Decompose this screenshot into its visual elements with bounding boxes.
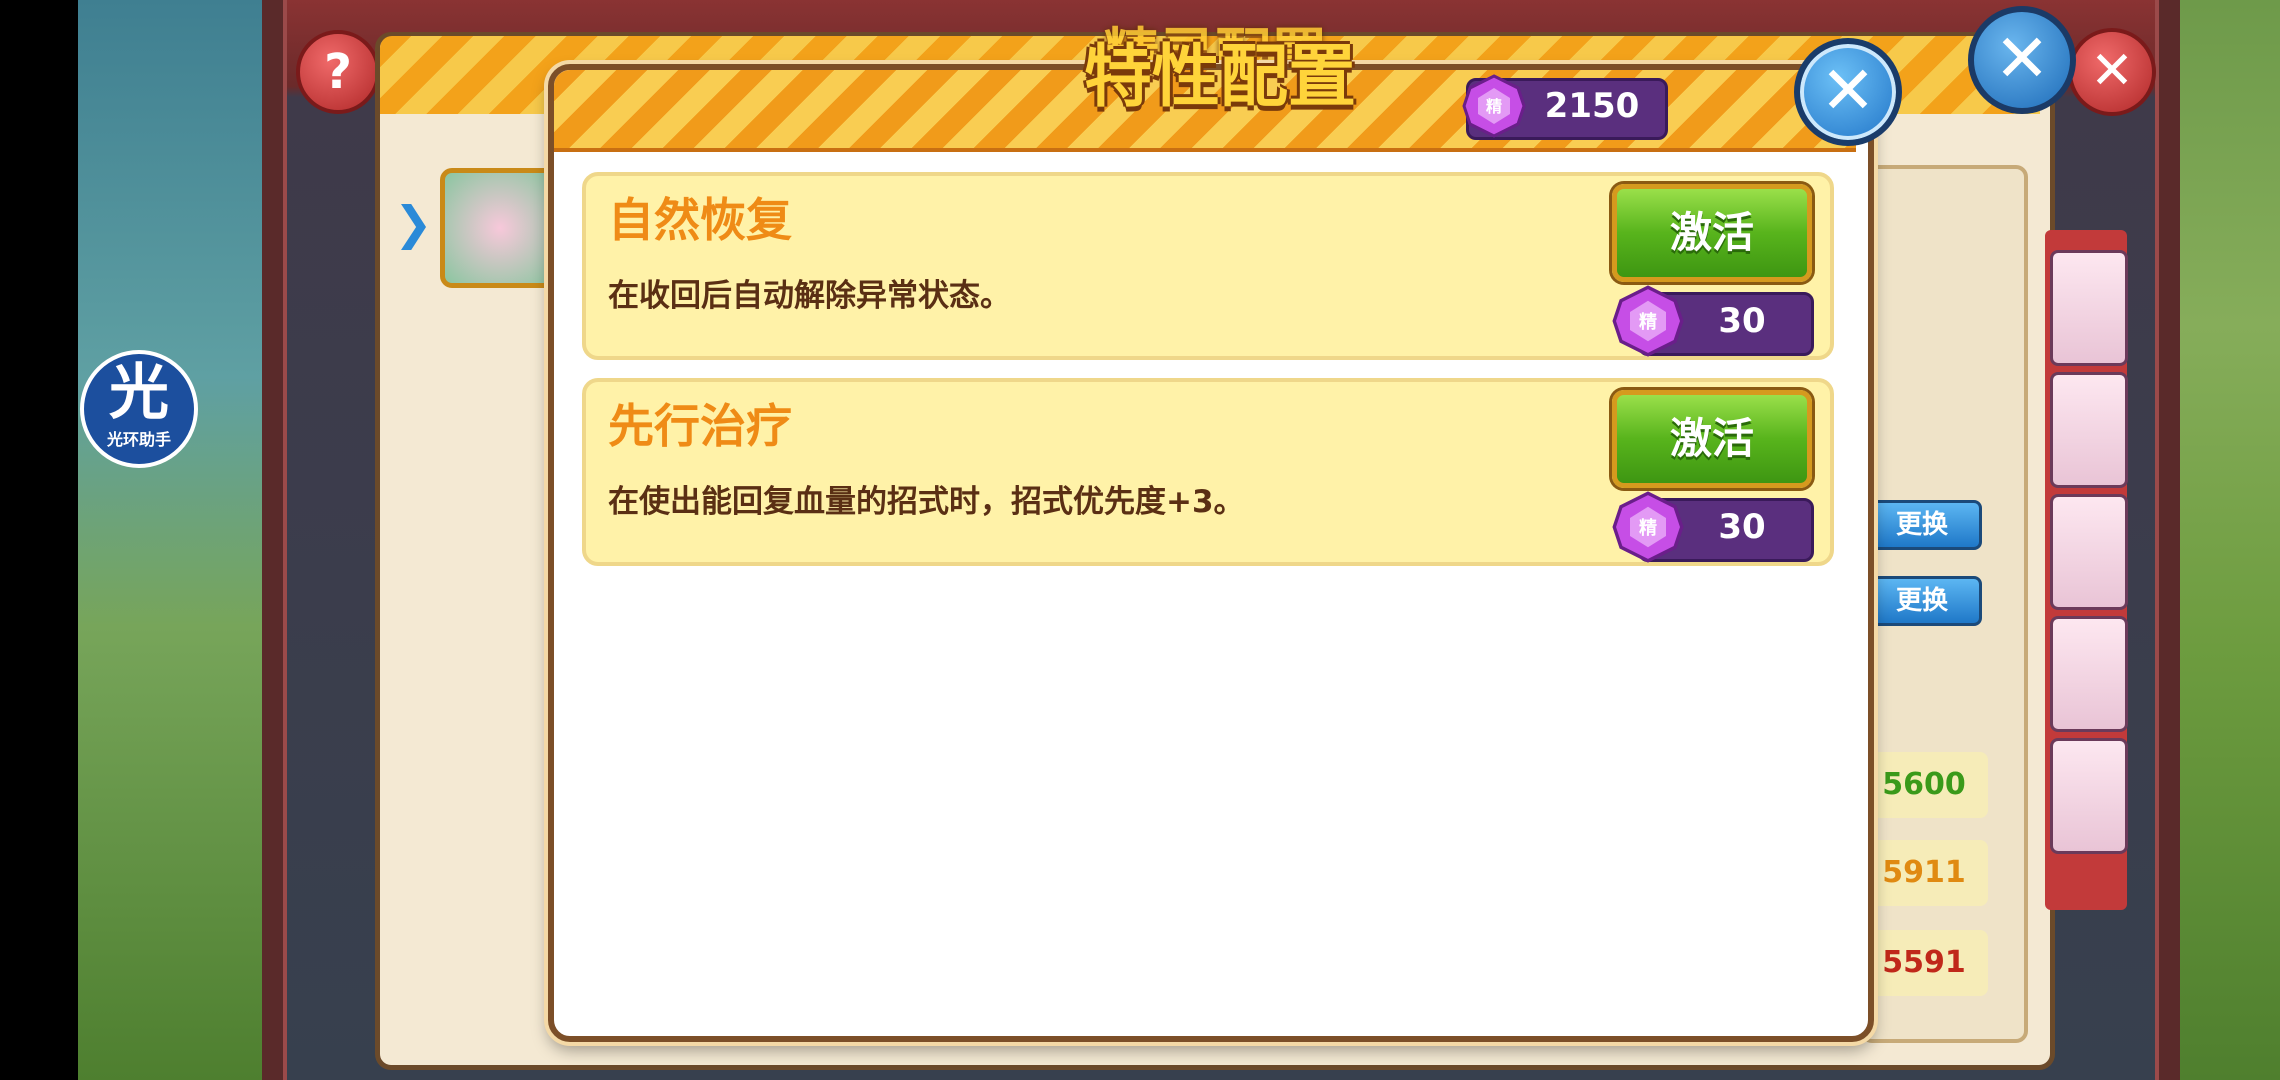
trait-cost-value: 30 xyxy=(1718,301,1766,341)
gem-label: 精 xyxy=(1639,311,1657,333)
activate-button[interactable]: 激活 xyxy=(1612,184,1812,282)
purple-gem-icon: 精 xyxy=(1462,74,1526,138)
swap-button[interactable]: 更换 xyxy=(1862,576,1982,626)
purple-gem-icon: 精 xyxy=(1612,285,1684,357)
gem-balance-value: 2150 xyxy=(1544,86,1640,126)
trait-name: 自然恢复 xyxy=(608,193,792,247)
trait-gem-tile[interactable] xyxy=(440,168,560,288)
trait-name: 先行治疗 xyxy=(608,399,792,453)
creature-card[interactable] xyxy=(2050,250,2128,366)
stat-value: 5591 xyxy=(1860,930,1988,996)
activate-button[interactable]: 激活 xyxy=(1612,390,1812,488)
creature-card[interactable] xyxy=(2050,494,2128,610)
trait-cost-value: 30 xyxy=(1718,507,1766,547)
assistant-app-badge[interactable]: 光 光环助手 xyxy=(80,350,198,468)
stat-value: 5911 xyxy=(1860,840,1988,906)
creature-card[interactable] xyxy=(2050,738,2128,854)
background-dialog-close-button[interactable]: ✕ xyxy=(1968,6,2076,114)
stat-value: 5600 xyxy=(1860,752,1988,818)
swap-button[interactable]: 更换 xyxy=(1862,500,1982,550)
purple-gem-icon: 精 xyxy=(1612,491,1684,563)
app-badge-label: 光环助手 xyxy=(106,430,171,449)
trait-description: 在使出能回复血量的招式时，招式优先度+3。 xyxy=(608,484,1245,520)
close-button[interactable]: ✕ xyxy=(1794,38,1902,146)
gem-label: 精 xyxy=(1486,97,1502,116)
creature-card[interactable] xyxy=(2050,616,2128,732)
gem-label: 精 xyxy=(1639,517,1657,539)
app-badge-logo: 光 xyxy=(109,358,169,428)
dialog-title: 特性配置 xyxy=(1083,38,1356,117)
creature-card[interactable] xyxy=(2050,372,2128,488)
arrow-left-icon[interactable]: ❯ xyxy=(394,196,433,250)
trait-description: 在收回后自动解除异常状态。 xyxy=(608,278,1011,314)
background-close-button[interactable]: ✕ xyxy=(2068,28,2156,116)
help-button[interactable]: ? xyxy=(296,30,380,114)
background-scenery-right xyxy=(2180,0,2280,1080)
